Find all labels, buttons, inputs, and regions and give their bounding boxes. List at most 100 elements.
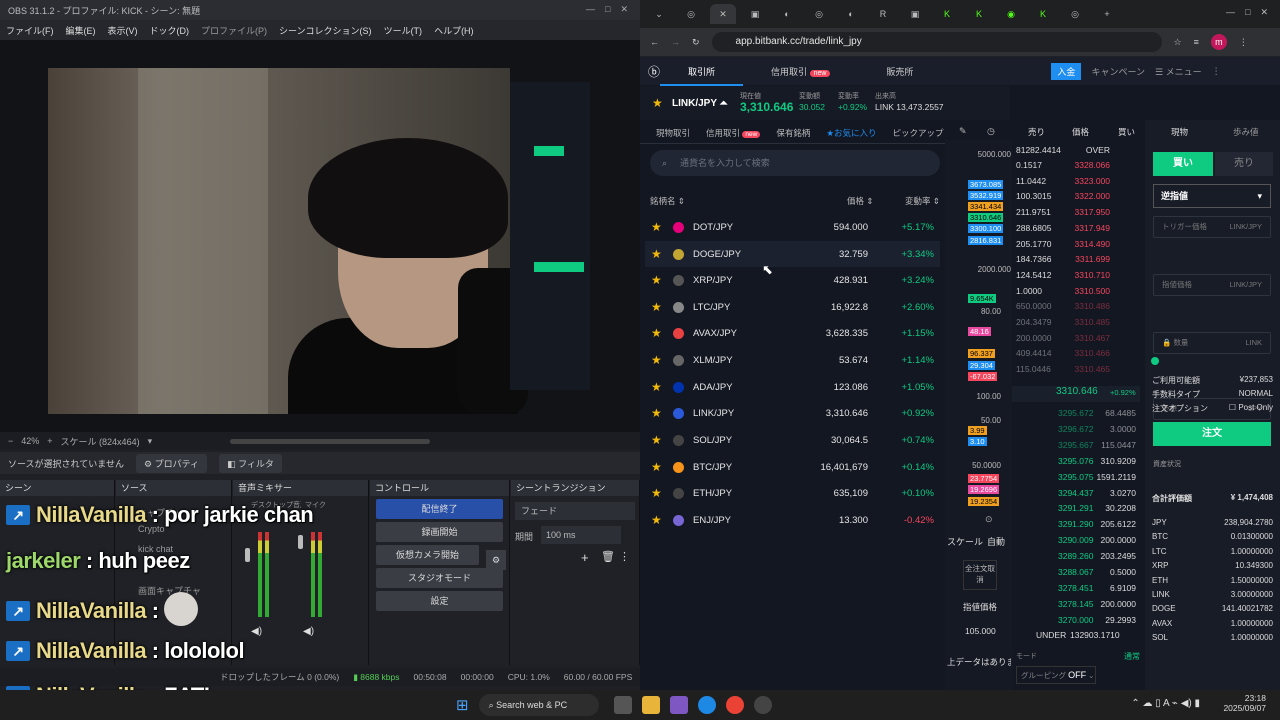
reload-icon[interactable]: ↻: [692, 37, 700, 48]
ask-row[interactable]: 205.1770 3314.490: [1012, 239, 1140, 252]
tab-holdings[interactable]: 保有銘柄: [776, 127, 810, 139]
clock[interactable]: 23:18 2025/09/07: [1223, 693, 1266, 713]
order-type-select[interactable]: 逆指値 ▾: [1153, 184, 1271, 208]
more-icon[interactable]: ⋮: [619, 550, 630, 563]
menu-profile[interactable]: プロファイル(P): [201, 24, 267, 37]
menu-dock[interactable]: ドック(D): [150, 24, 190, 37]
market-row[interactable]: ★ AVAX/JPY 3,628.335 +1.15%: [645, 320, 940, 346]
windows-start-icon[interactable]: ⊞: [456, 696, 469, 714]
settings-icon[interactable]: ⊙: [985, 514, 993, 525]
tab-favorites[interactable]: ★お気に入り: [826, 127, 876, 139]
ask-row[interactable]: 124.5412 3310.710: [1012, 270, 1140, 283]
menu-edit[interactable]: 編集(E): [66, 24, 96, 37]
nav-exchange[interactable]: 取引所: [660, 57, 744, 86]
indicator-icon[interactable]: ◷: [987, 126, 995, 137]
favorite-star-icon[interactable]: ★: [651, 460, 662, 474]
extensions-icon[interactable]: ≡: [1194, 37, 1199, 47]
menu-tools[interactable]: ツール(T): [384, 24, 423, 37]
file-explorer-icon[interactable]: [641, 696, 660, 714]
ask-row[interactable]: 11.0442 3323.000: [1012, 176, 1140, 189]
tab-spot[interactable]: 現物取引: [656, 127, 690, 139]
favorite-star-icon[interactable]: ★: [651, 513, 662, 527]
favorite-star-icon[interactable]: ★: [651, 220, 662, 234]
chrome-icon[interactable]: [725, 696, 744, 714]
pair-select[interactable]: LINK/JPY ⏶: [672, 98, 728, 109]
window-controls-icon[interactable]: — □ ✕: [586, 4, 628, 15]
zoom-out-icon[interactable]: −: [8, 436, 13, 446]
quantity-input[interactable]: 🔒 数量 LINK: [1153, 332, 1271, 354]
market-row[interactable]: ★ SOL/JPY 30,064.5 +0.74%: [645, 427, 940, 453]
market-row[interactable]: ★ LINK/JPY 3,310.646 +0.92%: [645, 400, 940, 426]
back-icon[interactable]: ←: [650, 37, 659, 47]
tab-spot-order[interactable]: 現物: [1171, 126, 1188, 138]
menu-view[interactable]: 表示(V): [108, 24, 138, 37]
bid-row[interactable]: 3270.000 29.2993: [1012, 615, 1140, 628]
filters-button[interactable]: ◧ フィルタ: [219, 453, 282, 473]
post-only-checkbox[interactable]: ☐ Post Only: [1229, 403, 1273, 412]
market-row[interactable]: ★ LTC/JPY 16,922.8 +2.60%: [645, 294, 940, 320]
window-controls-icon[interactable]: — □ ✕: [1226, 7, 1268, 18]
duration-input[interactable]: 100 ms: [541, 526, 621, 544]
properties-button[interactable]: ⚙ プロパティ: [136, 453, 208, 473]
nav-store[interactable]: 販売所: [858, 65, 941, 78]
favorite-star-icon[interactable]: ★: [651, 247, 662, 261]
tab-margin[interactable]: 信用取引 new: [706, 127, 761, 139]
tab-trades[interactable]: 歩み値: [1233, 126, 1259, 138]
slider-handle[interactable]: [1151, 357, 1159, 365]
obs-icon[interactable]: [753, 696, 772, 714]
copilot-icon[interactable]: [669, 696, 688, 714]
menu-button[interactable]: ☰ メニュー: [1155, 65, 1202, 78]
settings-button[interactable]: 設定: [376, 591, 503, 611]
browser-tab[interactable]: R: [870, 4, 896, 24]
add-icon[interactable]: +: [581, 550, 589, 565]
bid-row[interactable]: 3295.075 1591.2119: [1012, 472, 1140, 485]
menu-file[interactable]: ファイル(F): [6, 24, 54, 37]
browser-tab[interactable]: K: [966, 4, 992, 24]
transition-select[interactable]: フェード: [515, 502, 635, 520]
buy-button[interactable]: 買い: [1153, 152, 1213, 176]
zoom-in-icon[interactable]: +: [47, 436, 52, 446]
ask-row[interactable]: 211.9751 3317.950: [1012, 207, 1140, 220]
forward-icon[interactable]: →: [671, 37, 680, 47]
speaker-icon[interactable]: ◀): [251, 626, 262, 637]
campaign-link[interactable]: キャンペーン: [1091, 65, 1145, 78]
ask-row[interactable]: 650.0000 3310.486: [1012, 301, 1140, 314]
market-row[interactable]: ★ XRP/JPY 428.931 +3.24%: [645, 267, 940, 293]
market-search-input[interactable]: ⌕ 通貨名を入力して検索: [650, 150, 940, 176]
ask-row[interactable]: 115.0446 3310.465: [1012, 364, 1140, 377]
market-row[interactable]: ★ ETH/JPY 635,109 +0.10%: [645, 480, 940, 506]
favorite-star-icon[interactable]: ★: [651, 353, 662, 367]
ask-row[interactable]: 409.4414 3310.466: [1012, 348, 1140, 361]
favorite-star-icon[interactable]: ★: [651, 273, 662, 287]
browser-tab[interactable]: ◎: [678, 4, 704, 24]
bid-row[interactable]: 3296.672 3.0000: [1012, 424, 1140, 437]
ask-row[interactable]: 100.3015 3322.000: [1012, 191, 1140, 204]
more-vertical-icon[interactable]: ⋮: [1212, 66, 1221, 77]
ask-row[interactable]: 288.6805 3317.949: [1012, 223, 1140, 236]
bid-row[interactable]: 3295.667 115.0447: [1012, 440, 1140, 453]
trigger-price-input[interactable]: トリガー価格 LINK/JPY: [1153, 216, 1271, 238]
market-row[interactable]: ★ DOGE/JPY 32.759 +3.34%: [645, 241, 940, 267]
browser-tab[interactable]: ◐: [774, 4, 800, 24]
volume-slider[interactable]: [245, 548, 250, 562]
market-row[interactable]: ★ DOT/JPY 594.000 +5.17%: [645, 214, 940, 240]
market-row[interactable]: ★ BTC/JPY 16,401,679 +0.14%: [645, 454, 940, 480]
gear-icon[interactable]: ⚙: [486, 550, 506, 570]
nav-margin[interactable]: 信用取引 new: [743, 65, 858, 78]
bid-row[interactable]: 3289.260 203.2495: [1012, 551, 1140, 564]
profile-avatar[interactable]: m: [1210, 34, 1227, 50]
bid-row[interactable]: 3294.437 3.0270: [1012, 488, 1140, 501]
favorite-star-icon[interactable]: ★: [651, 486, 662, 500]
trash-icon[interactable]: 🗑: [601, 550, 615, 563]
url-field[interactable]: app.bitbank.cc/trade/link_jpy: [711, 32, 1162, 52]
header-change[interactable]: 変動率 ⇕: [905, 195, 940, 207]
ask-row[interactable]: 200.0000 3310.467: [1012, 333, 1140, 346]
task-view-icon[interactable]: [613, 696, 632, 714]
volume-slider[interactable]: [298, 535, 303, 549]
menu-help[interactable]: ヘルプ(H): [434, 24, 474, 37]
favorite-star-icon[interactable]: ★: [651, 433, 662, 447]
taskbar-search[interactable]: ⌕ Search web & PC: [478, 694, 599, 716]
bid-row[interactable]: 3291.290 205.6122: [1012, 519, 1140, 532]
edge-icon[interactable]: [697, 696, 716, 714]
grouping-select[interactable]: グルーピング OFF ⌄: [1016, 666, 1096, 684]
